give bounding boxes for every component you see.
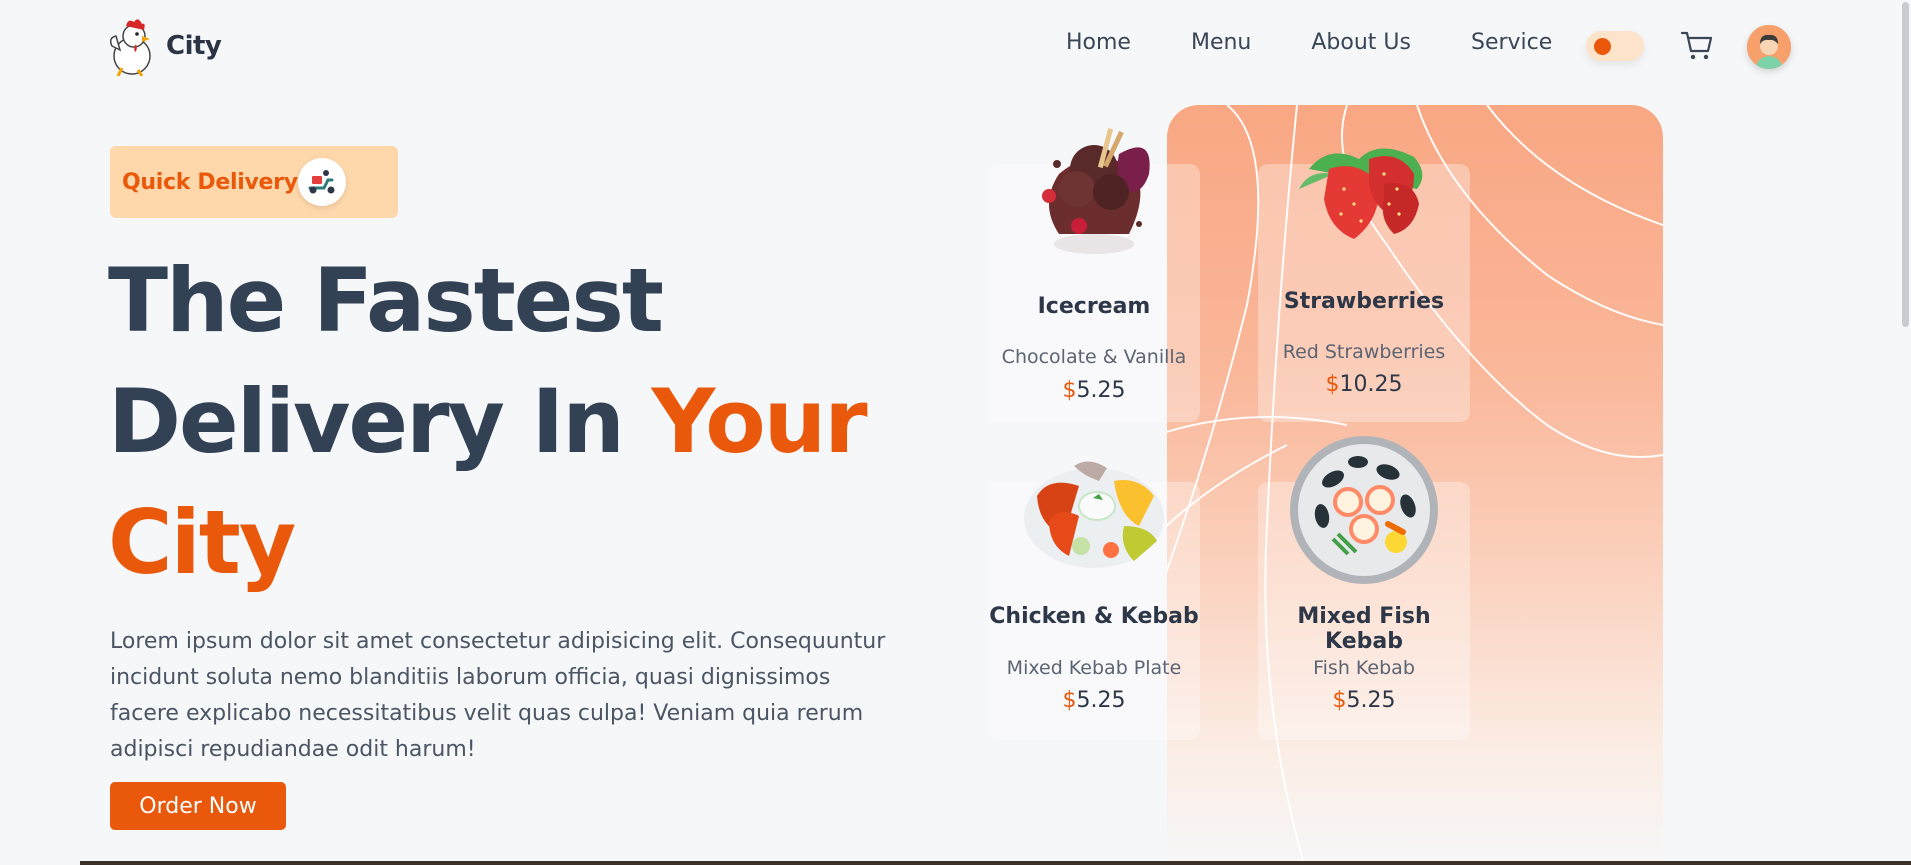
price-value: 5.25	[1076, 378, 1126, 403]
nav-home[interactable]: Home	[1066, 30, 1131, 55]
item-description: Mixed Kebab Plate	[1006, 657, 1182, 679]
item-description: Red Strawberries	[1282, 341, 1446, 363]
nav-menu[interactable]: Menu	[1191, 30, 1251, 55]
item-price: $5.25	[1258, 688, 1470, 713]
item-name: Mixed Fish Kebab	[1297, 604, 1431, 654]
hero-title-line3: City	[108, 491, 296, 594]
hero-title-line2a: Delivery In	[108, 370, 625, 473]
price-value: 5.25	[1076, 688, 1126, 713]
hero-description: Lorem ipsum dolor sit amet consectetur a…	[110, 629, 886, 762]
food-card[interactable]: Mixed Fish Kebab Fish Kebab $5.25	[1258, 436, 1470, 740]
item-price: $5.25	[988, 688, 1200, 713]
hero-title-line2b: Your	[651, 370, 868, 473]
chicken-chef-logo-icon	[109, 19, 151, 76]
currency-symbol: $	[1332, 688, 1347, 713]
order-now-button[interactable]: Order Now	[110, 782, 286, 830]
badge-label: Quick Delivery	[122, 169, 298, 195]
brand-name: City	[166, 31, 222, 61]
price-value: 5.25	[1346, 688, 1396, 713]
food-card[interactable]: Icecream Chocolate & Vanilla $5.25	[988, 128, 1200, 422]
item-name: Strawberries	[1283, 289, 1445, 314]
nav-about-us[interactable]: About Us	[1311, 30, 1411, 55]
hero-title: The Fastest Delivery In Your City	[108, 240, 928, 603]
toggle-knob	[1594, 38, 1611, 55]
item-name: Icecream	[1037, 294, 1151, 319]
logo[interactable]: City	[108, 16, 222, 76]
strawberries-image	[1299, 148, 1423, 239]
next-section-edge	[80, 861, 1911, 865]
hero-title-line1: The Fastest	[108, 249, 664, 352]
theme-toggle[interactable]	[1586, 31, 1644, 61]
item-description: Fish Kebab	[1313, 657, 1415, 679]
quick-delivery-badge: Quick Delivery	[110, 146, 398, 218]
item-name: Chicken & Kebab	[989, 604, 1199, 629]
fish-kebab-image	[1290, 436, 1438, 584]
currency-symbol: $	[1062, 688, 1077, 713]
scooter-icon	[298, 158, 346, 206]
currency-symbol: $	[1325, 372, 1340, 397]
cart-icon[interactable]	[1680, 30, 1714, 62]
nav-service[interactable]: Service	[1471, 30, 1552, 55]
food-card[interactable]: Chicken & Kebab Mixed Kebab Plate $5.25	[988, 461, 1200, 740]
food-card[interactable]: Strawberries Red Strawberries $10.25	[1258, 148, 1470, 422]
site-header: City Home Menu About Us Service	[0, 0, 1911, 92]
currency-symbol: $	[1062, 378, 1077, 403]
icecream-image	[1042, 128, 1150, 254]
main-nav: Home Menu About Us Service	[1066, 30, 1552, 55]
item-price: $10.25	[1258, 372, 1470, 397]
avatar-illustration	[1747, 25, 1791, 69]
page-scrollbar[interactable]	[1902, 2, 1909, 327]
user-avatar-icon[interactable]	[1747, 25, 1791, 69]
item-price: $5.25	[988, 378, 1200, 403]
kebab-plate-image	[1024, 461, 1164, 568]
item-description: Chocolate & Vanilla	[1001, 346, 1187, 368]
price-value: 10.25	[1339, 372, 1403, 397]
